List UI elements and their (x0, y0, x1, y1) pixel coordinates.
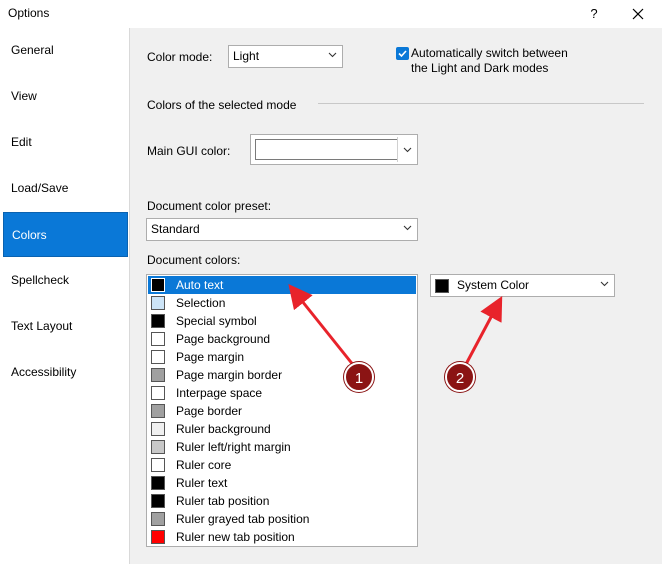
sidebar-item-text-layout[interactable]: Text Layout (3, 304, 128, 349)
color-swatch (151, 422, 165, 436)
color-mode-label: Color mode: (147, 50, 213, 64)
color-mode-value: Light (233, 49, 260, 63)
color-swatch (151, 296, 165, 310)
main-gui-color-label: Main GUI color: (147, 144, 231, 158)
sidebar-item-label: Load/Save (11, 181, 69, 195)
sidebar-item-edit[interactable]: Edit (3, 120, 128, 165)
color-mode-select[interactable]: Light (228, 45, 343, 68)
list-item-label: Page margin (176, 350, 245, 364)
color-swatch (151, 350, 165, 364)
preset-label: Document color preset: (147, 199, 272, 213)
color-swatch (151, 440, 165, 454)
chevron-down-icon (403, 225, 412, 231)
list-item-page-background[interactable]: Page background (148, 330, 416, 348)
list-item-special-symbol[interactable]: Special symbol (148, 312, 416, 330)
sidebar-item-general[interactable]: General (3, 28, 128, 73)
main-gui-color-swatch (255, 139, 398, 160)
combo-separator (397, 137, 398, 162)
sidebar-item-load-save[interactable]: Load/Save (3, 166, 128, 211)
list-item-interpage-space[interactable]: Interpage space (148, 384, 416, 402)
check-icon (398, 50, 407, 58)
list-item-ruler-text[interactable]: Ruler text (148, 474, 416, 492)
sidebar-item-label: Colors (12, 228, 47, 242)
preset-value: Standard (151, 222, 200, 236)
color-swatch (151, 458, 165, 472)
section-divider (318, 103, 644, 104)
color-swatch (151, 404, 165, 418)
sidebar-item-label: Edit (11, 135, 32, 149)
list-item-label: Selection (176, 296, 226, 310)
auto-switch-label-line2: the Light and Dark modes (411, 61, 549, 75)
list-item-ruler-tab-position[interactable]: Ruler tab position (148, 492, 416, 510)
selected-color-swatch (435, 279, 449, 293)
annotation-badge-1: 1 (344, 362, 374, 392)
list-item-auto-text[interactable]: Auto text (148, 276, 416, 294)
chevron-down-icon (600, 281, 609, 287)
list-item-label: Page margin border (176, 368, 283, 382)
sidebar-item-label: Accessibility (11, 365, 77, 379)
list-item-page-margin-border[interactable]: Page margin border (148, 366, 416, 384)
list-item-label: Ruler tab position (176, 494, 270, 508)
list-item-selection[interactable]: Selection (148, 294, 416, 312)
sidebar-item-label: View (11, 89, 37, 103)
list-item-ruler-new-tab-position[interactable]: Ruler new tab position (148, 528, 416, 546)
color-swatch (151, 314, 165, 328)
main-gui-color-picker[interactable] (250, 134, 418, 165)
auto-switch-checkbox[interactable] (396, 47, 409, 60)
preset-select[interactable]: Standard (146, 218, 418, 241)
list-item-label: Page border (176, 404, 243, 418)
window-title: Options (8, 6, 50, 20)
list-item-label: Ruler background (176, 422, 271, 436)
document-color-select[interactable]: System Color (430, 274, 615, 297)
list-item-label: Ruler grayed tab position (176, 512, 310, 526)
annotation-badge-2: 2 (445, 362, 475, 392)
title-bar: Options ? (0, 0, 662, 28)
chevron-down-icon (328, 52, 337, 58)
list-item-label: Page background (176, 332, 271, 346)
sidebar-item-view[interactable]: View (3, 74, 128, 119)
document-colors-list[interactable]: Auto text Selection Special symbol Page … (146, 274, 418, 547)
color-swatch (151, 278, 165, 292)
sidebar-item-label: Spellcheck (11, 273, 70, 287)
help-button[interactable]: ? (584, 4, 604, 24)
document-colors-label: Document colors: (147, 253, 241, 267)
sidebar: General View Edit Load/Save Colors Spell… (0, 28, 130, 564)
close-icon (632, 8, 644, 20)
color-swatch (151, 476, 165, 490)
color-swatch (151, 512, 165, 526)
list-item-label: Auto text (176, 278, 224, 292)
list-item-ruler-background[interactable]: Ruler background (148, 420, 416, 438)
list-item-label: Special symbol (176, 314, 257, 328)
list-item-label: Interpage space (176, 386, 263, 400)
list-item-page-margin[interactable]: Page margin (148, 348, 416, 366)
list-item-ruler-grayed-tab-position[interactable]: Ruler grayed tab position (148, 510, 416, 528)
chevron-down-icon (403, 147, 412, 153)
auto-switch-label-line1: Automatically switch between (411, 46, 568, 60)
color-swatch (151, 386, 165, 400)
color-swatch (151, 332, 165, 346)
color-swatch (151, 494, 165, 508)
section-heading: Colors of the selected mode (147, 98, 297, 112)
color-swatch (151, 530, 165, 544)
list-item-label: Ruler left/right margin (176, 440, 291, 454)
sidebar-item-spellcheck[interactable]: Spellcheck (3, 258, 128, 303)
close-button[interactable] (628, 4, 648, 24)
list-item-page-border[interactable]: Page border (148, 402, 416, 420)
sidebar-item-colors[interactable]: Colors (3, 212, 128, 257)
list-item-label: Ruler new tab position (176, 530, 295, 544)
sidebar-item-label: Text Layout (11, 319, 73, 333)
color-swatch (151, 368, 165, 382)
sidebar-item-label: General (11, 43, 54, 57)
list-item-ruler-core[interactable]: Ruler core (148, 456, 416, 474)
selected-color-value: System Color (457, 278, 530, 292)
list-item-label: Ruler core (176, 458, 232, 472)
list-item-label: Ruler text (176, 476, 228, 490)
list-item-ruler-left-right-margin[interactable]: Ruler left/right margin (148, 438, 416, 456)
sidebar-item-accessibility[interactable]: Accessibility (3, 350, 128, 395)
